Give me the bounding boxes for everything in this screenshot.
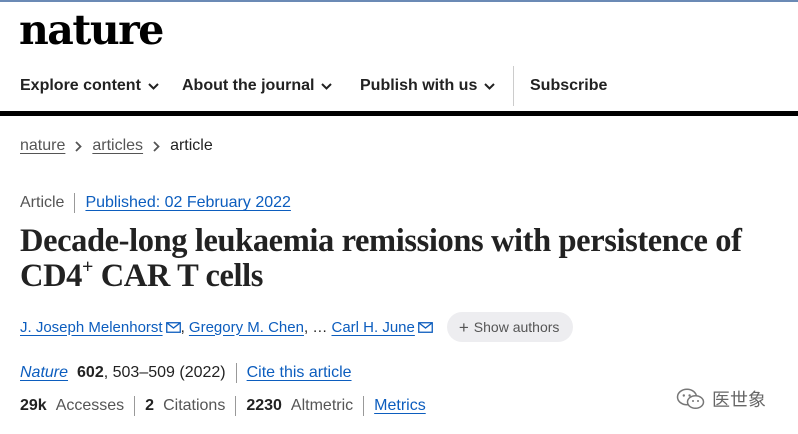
author-link[interactable]: Carl H. June [331,319,414,336]
wechat-icon [676,388,705,410]
altmetric-score: 2230 [246,397,282,414]
nav-about-journal[interactable]: About the journal [182,64,333,108]
top-accent-line [0,0,798,2]
cite-this-article-link[interactable]: Cite this article [247,364,352,382]
metrics-link[interactable]: Metrics [374,397,426,415]
watermark-text: 医世象 [712,390,766,410]
authors-ellipsis: … [312,318,328,336]
watermark: 医世象 [676,386,766,412]
author-separator: , [303,318,313,336]
article-title: Decade-long leukaemia remissions with pe… [20,224,790,294]
breadcrumb-link-nature[interactable]: nature [20,137,65,155]
plus-icon: + [458,317,469,337]
email-icon[interactable] [165,321,181,333]
nav-explore-content[interactable]: Explore content [20,64,159,108]
breadcrumb: nature articles article [20,137,213,155]
divider [235,396,237,416]
author-link[interactable]: J. Joseph Melenhorst [20,319,163,336]
nav-label: Explore content [20,77,141,94]
chevron-down-icon [484,82,496,90]
article-type: Article [20,194,65,211]
divider [74,193,76,213]
main-nav: Explore content About the journal Publis… [0,64,798,108]
show-authors-button[interactable]: + Show authors [446,312,574,342]
nav-label: About the journal [182,77,315,94]
citations-label: Citations [163,397,226,414]
nav-label: Subscribe [530,77,608,94]
chevron-down-icon [148,82,159,90]
title-text-tail: CAR T cells [93,258,264,294]
journal-link[interactable]: Nature [20,364,68,382]
chevron-right-icon [75,140,83,152]
article-metrics: 29k Accesses 2 Citations 2230 Altmetric … [20,396,426,416]
pages-year: , 503–509 (2022) [103,364,226,381]
breadcrumb-current: article [170,137,213,154]
divider [235,363,237,383]
article-meta: Article Published: 02 February 2022 [20,193,291,213]
chevron-down-icon [321,82,333,90]
breadcrumb-link-articles[interactable]: articles [92,137,143,155]
volume: 602 [77,364,104,381]
accesses-count: 29k [20,397,47,414]
divider [363,396,365,416]
nav-bottom-bar [0,111,798,116]
nav-divider [513,66,514,106]
chevron-right-icon [153,140,160,152]
altmetric-label: Altmetric [290,397,354,414]
nav-subscribe[interactable]: Subscribe [530,64,607,108]
accesses-label: Accesses [55,397,125,414]
nature-logo[interactable]: nature [19,4,164,56]
citation-info: Nature 602 , 503–509 (2022) Cite this ar… [20,363,352,383]
show-authors-label: Show authors [473,319,560,335]
author-separator: , [180,318,189,336]
author-link[interactable]: Gregory M. Chen [189,319,304,336]
author-list: J. Joseph Melenhorst , Gregory M. Chen ,… [20,312,574,342]
nav-publish-with-us[interactable]: Publish with us [360,64,496,108]
divider [134,396,136,416]
email-icon[interactable] [417,321,433,333]
citations-count: 2 [145,397,155,414]
published-date-link[interactable]: Published: 02 February 2022 [85,194,290,212]
nav-label: Publish with us [360,77,478,94]
title-superscript: + [82,256,93,278]
